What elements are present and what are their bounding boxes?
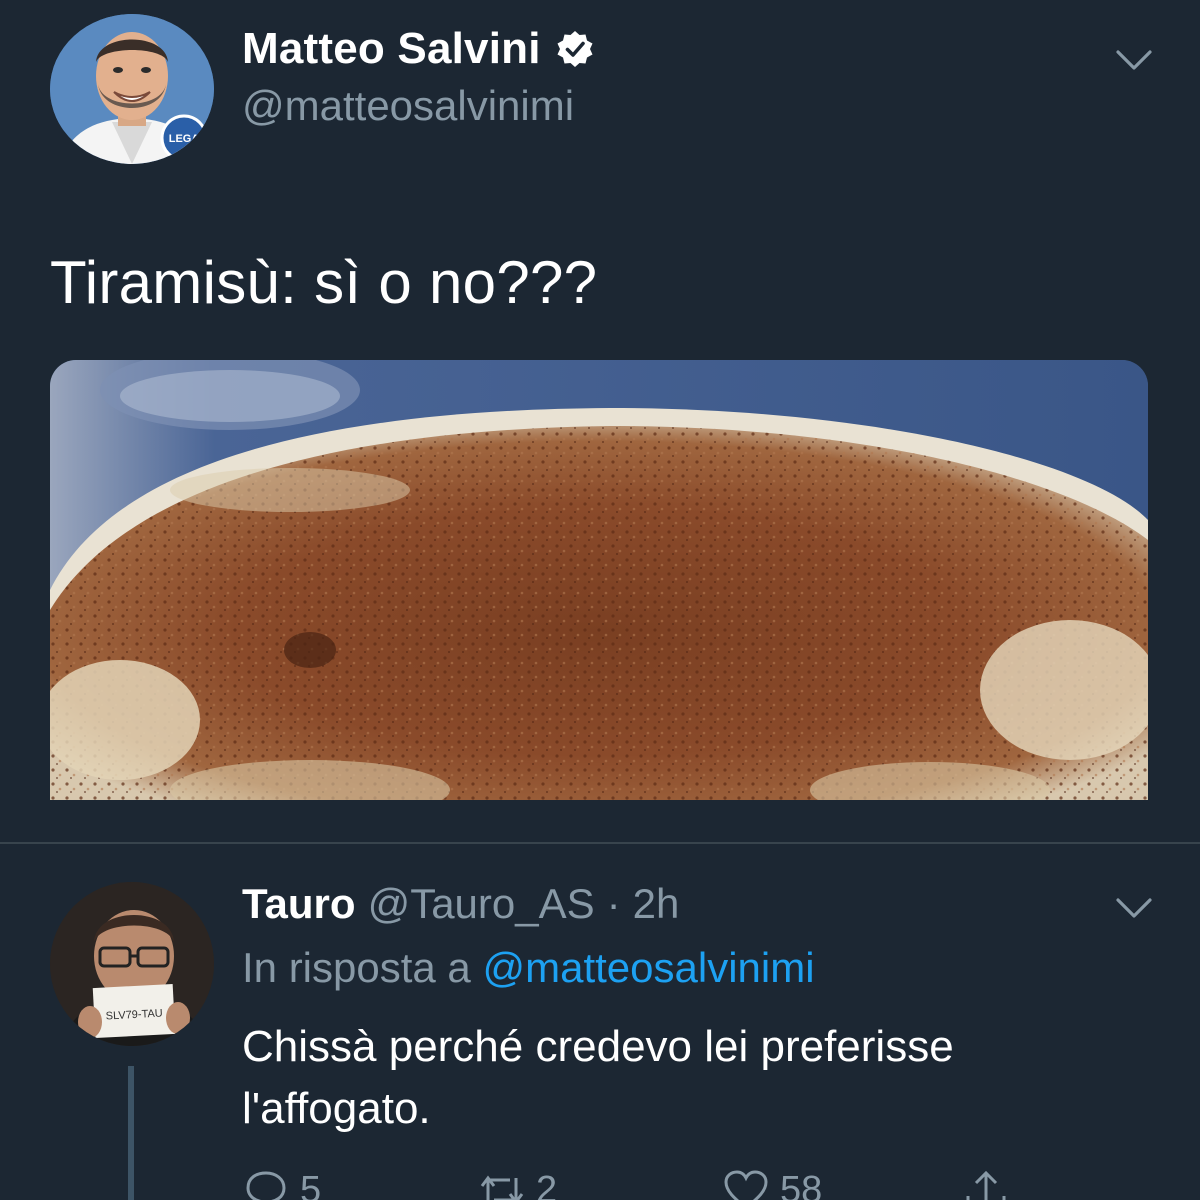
tweet-divider: [0, 842, 1200, 844]
avatar-badge-text: LEGA: [169, 133, 200, 145]
reply-author-avatar[interactable]: SLV79-TAU: [50, 882, 214, 1046]
reply-separator: ·: [606, 880, 621, 927]
share-icon: [966, 1170, 1006, 1200]
reply-context-prefix: In risposta a: [242, 944, 471, 991]
share-action[interactable]: [962, 1168, 1010, 1200]
reply-chevron-down-icon[interactable]: [1114, 896, 1154, 920]
heart-icon: [724, 1170, 768, 1200]
tweet-media-photo[interactable]: [50, 360, 1148, 800]
author-name[interactable]: Matteo Salvini: [242, 24, 595, 74]
avatar-portrait: LEGA: [50, 14, 214, 164]
like-count: 58: [780, 1168, 823, 1200]
twitter-thread-view: LEGA Matteo Salvini @matteosalvinimi Tir…: [0, 0, 1200, 1200]
author-name-text: Matteo Salvini: [242, 24, 541, 73]
retweet-icon: [480, 1175, 524, 1200]
reply-icon: [246, 1171, 286, 1200]
reply-timestamp[interactable]: 2h: [633, 880, 680, 928]
reply-author-handle[interactable]: @Tauro_AS: [368, 880, 595, 928]
reply-author-name[interactable]: Tauro: [242, 880, 356, 928]
reply-text: Chissà perché credevo lei preferisse l'a…: [242, 1022, 954, 1133]
author-avatar[interactable]: LEGA: [50, 14, 214, 164]
retweet-count: 2: [536, 1168, 558, 1200]
reply-actions-bar: 5 2 58: [242, 1168, 1142, 1200]
thread-connector-line: [128, 1066, 134, 1200]
reply-action[interactable]: 5: [242, 1168, 321, 1200]
reply-header: Tauro @Tauro_AS · 2h: [242, 880, 679, 928]
tweet-text: Tiramisù: sì o no???: [50, 249, 598, 316]
verified-badge-icon: [557, 31, 593, 67]
like-action[interactable]: 58: [722, 1168, 822, 1200]
tiramisu-photo: [50, 360, 1148, 800]
reply-count: 5: [300, 1168, 322, 1200]
reply-context: In risposta a @matteosalvinimi: [242, 944, 815, 992]
author-handle[interactable]: @matteosalvinimi: [242, 82, 574, 130]
reply-context-mention[interactable]: @matteosalvinimi: [482, 944, 814, 991]
retweet-action[interactable]: 2: [478, 1168, 557, 1200]
chevron-down-icon[interactable]: [1114, 48, 1154, 72]
reply-avatar-portrait: SLV79-TAU: [50, 882, 214, 1046]
